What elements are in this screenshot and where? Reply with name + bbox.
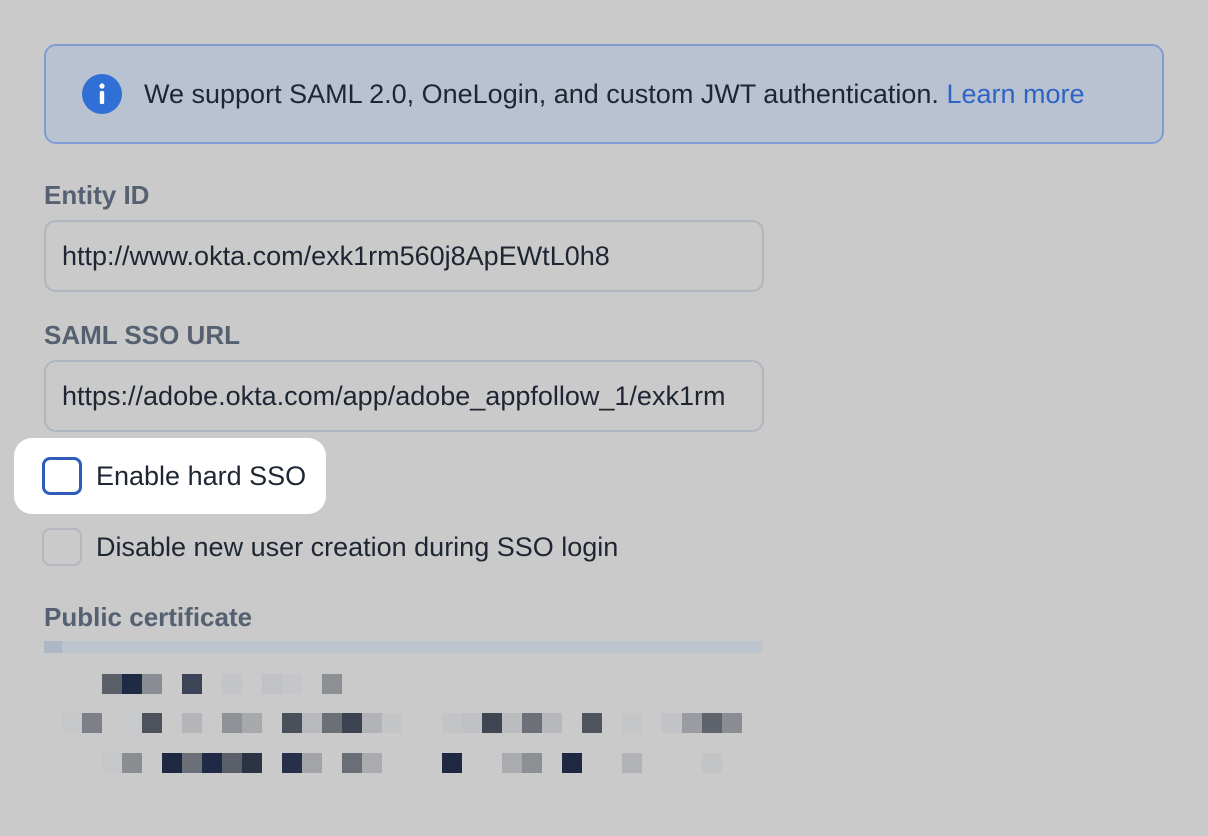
redaction-pixel [442,713,462,733]
redaction-pixel [522,753,542,773]
redaction-pixel [122,753,142,773]
redaction-pixel [62,713,82,733]
redaction-pixel [302,713,322,733]
redaction-pixel [502,753,522,773]
redaction-pixel [682,713,702,733]
redaction-pixel [322,674,342,694]
redaction-pixel [462,713,482,733]
redaction-pixel [542,713,562,733]
redaction-pixel [122,713,142,733]
redaction-pixel [282,674,302,694]
redaction-pixel [362,753,382,773]
redaction-pixel [482,713,502,733]
entity-id-label: Entity ID [44,180,150,210]
redaction-pixel [222,713,242,733]
redaction-pixel [262,674,282,694]
redaction-pixel [102,753,122,773]
enable-hard-sso-checkbox[interactable] [42,457,82,495]
redaction-pixel [202,753,222,773]
info-icon [82,74,122,114]
redaction-pixel [722,713,742,733]
public-certificate-redacted [44,641,762,786]
redaction-pixel [222,753,242,773]
redaction-pixel [102,674,122,694]
redaction-pixel [582,713,602,733]
redaction-pixel [622,753,642,773]
redaction-pixel [142,674,162,694]
redaction-pixel [222,674,242,694]
learn-more-link[interactable]: Learn more [946,79,1084,109]
redaction-pixel [522,713,542,733]
disable-user-creation-label: Disable new user creation during SSO log… [96,531,619,562]
banner-text: We support SAML 2.0, OneLogin, and custo… [144,78,939,109]
redaction-pixel [442,753,462,773]
redaction-pixel [122,674,142,694]
redaction-pixel [182,713,202,733]
certificate-header-bar [44,641,762,653]
redaction-pixel [322,713,342,733]
entity-id-input[interactable] [44,220,764,292]
redaction-pixel [242,753,262,773]
redaction-pixel [162,753,182,773]
redaction-pixel [282,713,302,733]
redaction-pixel [622,713,642,733]
redaction-pixel [302,753,322,773]
info-banner: We support SAML 2.0, OneLogin, and custo… [44,44,1164,144]
redaction-pixel [282,753,302,773]
redaction-pixel [342,713,362,733]
redaction-pixel [702,713,722,733]
saml-sso-url-input[interactable] [44,360,764,432]
redaction-pixel [82,713,102,733]
redaction-pixel [242,713,262,733]
banner-message: We support SAML 2.0, OneLogin, and custo… [144,79,1085,110]
disable-user-creation-checkbox[interactable] [42,528,82,566]
certificate-header-cap [44,641,62,653]
redaction-pixel [142,713,162,733]
redaction-pixel [362,713,382,733]
redaction-pixel [382,713,402,733]
saml-sso-url-label: SAML SSO URL [44,320,240,350]
disable-user-creation-option[interactable]: Disable new user creation during SSO log… [42,528,618,566]
enable-hard-sso-option[interactable]: Enable hard SSO [42,457,306,495]
public-certificate-label: Public certificate [44,602,253,632]
redaction-pixel [342,753,362,773]
redaction-pixel [662,713,682,733]
redaction-pixel [702,753,722,773]
redaction-pixel [182,753,202,773]
redaction-pixel [182,674,202,694]
enable-hard-sso-label: Enable hard SSO [96,460,307,491]
redaction-pixel [562,753,582,773]
redaction-pixel [502,713,522,733]
